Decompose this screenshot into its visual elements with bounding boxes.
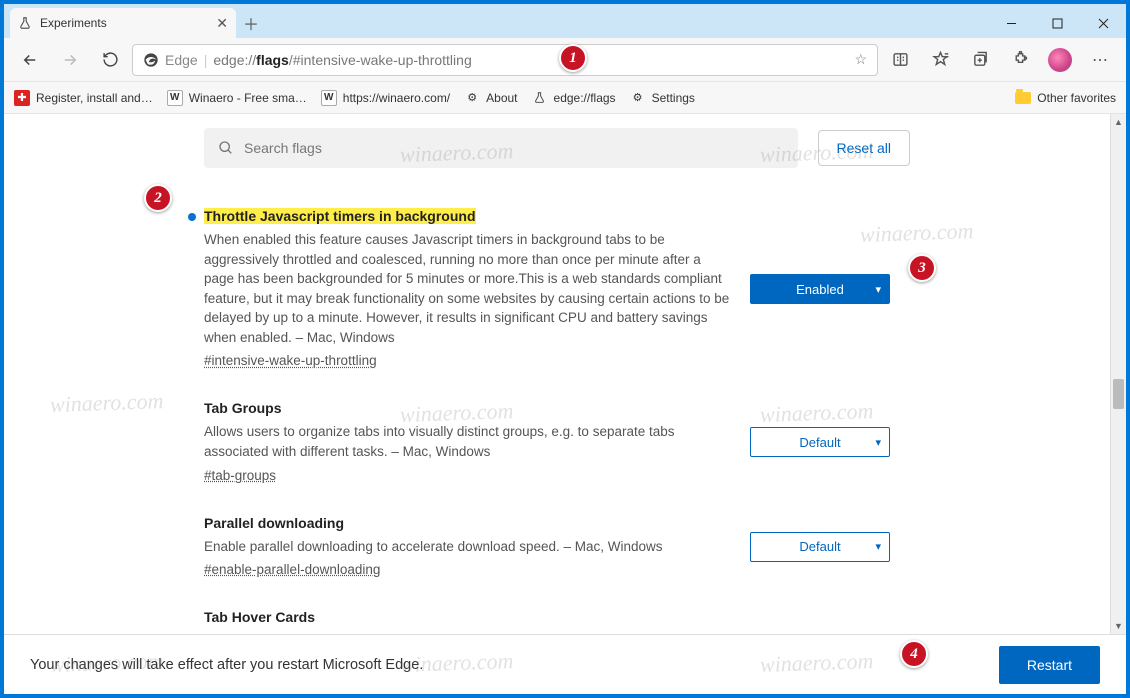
tab-close-icon[interactable]: ✕ [216, 15, 228, 32]
flag-title: Tab Hover Cards [204, 609, 730, 625]
edge-logo-icon [143, 52, 159, 68]
scroll-up-icon[interactable]: ▲ [1111, 114, 1126, 130]
profile-button[interactable] [1042, 44, 1078, 76]
gear-icon: ⚙ [630, 90, 646, 106]
flag-title: Tab Groups [204, 400, 730, 416]
flask-icon [18, 16, 32, 30]
bookmark-settings[interactable]: ⚙Settings [630, 90, 695, 106]
flask-icon [532, 90, 548, 106]
edge-label: Edge [165, 52, 198, 68]
bookmarks-bar: ✚Register, install and… WWinaero - Free … [4, 82, 1126, 114]
restart-button[interactable]: Restart [999, 646, 1100, 684]
favorites-icon[interactable] [922, 44, 958, 76]
flag-select-default[interactable]: Default▾ [750, 532, 890, 562]
collections-icon[interactable] [962, 44, 998, 76]
scroll-down-icon[interactable]: ▼ [1111, 618, 1126, 634]
menu-button[interactable]: ⋯ [1082, 44, 1118, 76]
extensions-icon[interactable] [1002, 44, 1038, 76]
flag-select-default[interactable]: Default▾ [750, 427, 890, 457]
annotation-badge-4: 4 [900, 640, 928, 668]
flag-select-enabled[interactable]: Enabled▾ [750, 274, 890, 304]
back-button[interactable] [12, 44, 48, 76]
flag-description: When enabled this feature causes Javascr… [204, 230, 730, 347]
tab-title: Experiments [40, 16, 107, 30]
minimize-button[interactable] [988, 8, 1034, 38]
chevron-down-icon: ▾ [875, 540, 881, 553]
close-button[interactable] [1080, 8, 1126, 38]
flag-description: Enable parallel downloading to accelerat… [204, 537, 730, 557]
flag-anchor-link[interactable]: #tab-groups [204, 468, 276, 483]
new-tab-button[interactable]: ＋ [236, 8, 266, 38]
footer: Your changes will take effect after you … [4, 634, 1126, 694]
search-icon [218, 140, 234, 156]
bookmark-edge-flags[interactable]: edge://flags [532, 90, 616, 106]
titlebar: Experiments ✕ ＋ [4, 4, 1126, 38]
flag-anchor-link[interactable]: #enable-parallel-downloading [204, 562, 380, 577]
flag-title: Throttle Javascript timers in background [204, 208, 730, 224]
forward-button[interactable] [52, 44, 88, 76]
browser-tab[interactable]: Experiments ✕ [10, 8, 236, 38]
footer-message: Your changes will take effect after you … [30, 657, 423, 673]
bookmark-winaero-free[interactable]: WWinaero - Free sma… [167, 90, 307, 106]
scrollbar[interactable]: ▲ ▼ [1110, 114, 1126, 634]
folder-icon [1015, 92, 1031, 104]
flag-title: Parallel downloading [204, 515, 730, 531]
avatar-icon [1048, 48, 1072, 72]
search-placeholder: Search flags [244, 140, 322, 156]
address-bar[interactable]: Edge | edge://flags/#intensive-wake-up-t… [132, 44, 878, 76]
flag-anchor-link[interactable]: #intensive-wake-up-throttling [204, 353, 377, 368]
refresh-button[interactable] [92, 44, 128, 76]
bookmark-register[interactable]: ✚Register, install and… [14, 90, 153, 106]
scroll-thumb[interactable] [1113, 379, 1124, 409]
favorite-star-icon[interactable]: ☆ [854, 51, 867, 68]
annotation-badge-1: 1 [559, 44, 587, 72]
url-text: edge://flags/#intensive-wake-up-throttli… [213, 52, 471, 68]
bookmark-about[interactable]: ⚙About [464, 90, 517, 106]
search-input[interactable]: Search flags [204, 128, 798, 168]
chevron-down-icon: ▾ [875, 436, 881, 449]
reset-all-button[interactable]: Reset all [818, 130, 910, 166]
page-content: ▲ ▼ Search flags Reset all Throttle Java… [4, 114, 1126, 634]
annotation-badge-2: 2 [144, 184, 172, 212]
other-favorites[interactable]: Other favorites [1015, 91, 1116, 105]
annotation-badge-3: 3 [908, 254, 936, 282]
flag-description: Allows users to organize tabs into visua… [204, 422, 730, 461]
chevron-down-icon: ▾ [875, 283, 881, 296]
reader-icon[interactable] [882, 44, 918, 76]
maximize-button[interactable] [1034, 8, 1080, 38]
active-dot-icon [188, 213, 196, 221]
bookmark-winaero-com[interactable]: Whttps://winaero.com/ [321, 90, 450, 106]
gear-icon: ⚙ [464, 90, 480, 106]
